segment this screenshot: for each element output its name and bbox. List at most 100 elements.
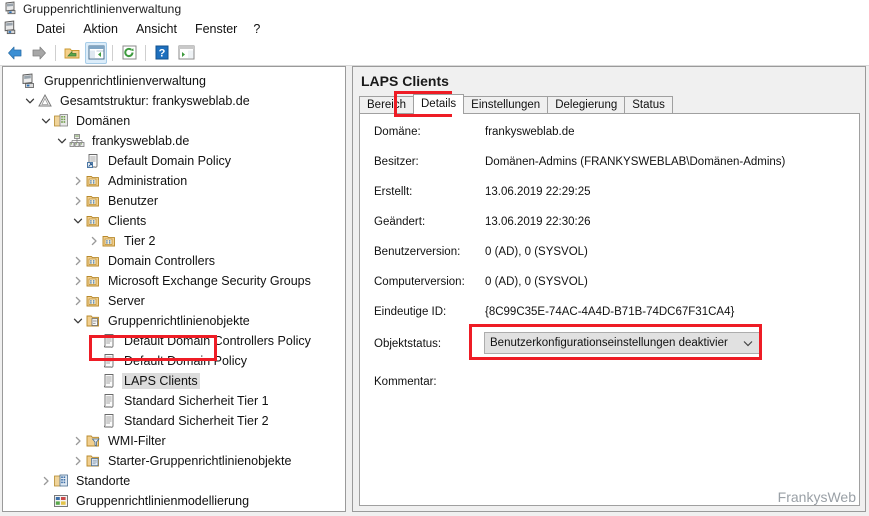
tree-item-standorte[interactable]: Standorte xyxy=(3,471,345,491)
menu-datei[interactable]: Datei xyxy=(27,20,74,38)
tab-delegierung[interactable]: Delegierung xyxy=(547,96,626,114)
chevron-right-icon[interactable] xyxy=(39,474,53,488)
ou-icon xyxy=(85,193,102,209)
tree-item-starter-gruppenrichtlinienobjekte[interactable]: Starter-Gruppenrichtlinienobjekte xyxy=(3,451,345,471)
show-action-pane-icon[interactable] xyxy=(175,42,197,64)
chevron-down-icon[interactable] xyxy=(71,314,85,328)
tree-item-label: Default Domain Policy xyxy=(108,154,231,168)
tab-bereich[interactable]: Bereich xyxy=(359,96,414,114)
toolbar-separator xyxy=(112,44,113,61)
console-tree-pane[interactable]: Gruppenrichtlinienverwaltung Gesamtstrukt… xyxy=(2,66,346,512)
tree-item-label: Server xyxy=(108,294,145,308)
tree-item-gruppenrichtlinienergebnisse[interactable]: Gruppenrichtlinienergebnisse xyxy=(3,511,345,512)
menu-fenster[interactable]: Fenster xyxy=(186,20,246,38)
tree-item-domaenen[interactable]: Domänen xyxy=(3,111,345,131)
field-computerversion-value: 0 (AD), 0 (SYSVOL) xyxy=(485,276,588,288)
ou-icon xyxy=(85,273,102,289)
tree-item-label: Standorte xyxy=(76,474,131,488)
up-folder-icon[interactable] xyxy=(61,42,83,64)
console-icon xyxy=(4,0,18,18)
window-title: Gruppenrichtlinienverwaltung xyxy=(23,2,182,16)
tree-item-label: Administration xyxy=(108,174,188,188)
tree-item-gesamtstruktur[interactable]: Gesamtstruktur: frankysweblab.de xyxy=(3,91,345,111)
refresh-icon[interactable] xyxy=(118,42,140,64)
back-arrow-icon[interactable] xyxy=(4,42,26,64)
objektstatus-combo[interactable]: Benutzerkonfigurationseinstellungen deak… xyxy=(484,332,760,354)
tree-item-label: Tier 2 xyxy=(124,234,156,248)
field-erstellt-label: Erstellt: xyxy=(374,186,413,198)
menu-help[interactable]: ? xyxy=(246,20,267,38)
ou-icon xyxy=(85,173,102,189)
tree-item-administration[interactable]: Administration xyxy=(3,171,345,191)
field-computerversion-label: Computerversion: xyxy=(374,276,465,288)
tab-status[interactable]: Status xyxy=(624,96,673,114)
chevron-down-icon[interactable] xyxy=(23,94,37,108)
expander-placeholder xyxy=(39,494,53,508)
field-domaene-label: Domäne: xyxy=(374,126,421,138)
tree-item-default-domain-policy[interactable]: Default Domain Policy xyxy=(3,351,345,371)
tree-item-server[interactable]: Server xyxy=(3,291,345,311)
tree-item-laps-clients[interactable]: LAPS Clients xyxy=(3,371,345,391)
gpo-icon xyxy=(101,333,118,349)
menu-aktion[interactable]: Aktion xyxy=(74,20,127,38)
tree-item-clients[interactable]: Clients xyxy=(3,211,345,231)
tree-item-domain-controllers[interactable]: Domain Controllers xyxy=(3,251,345,271)
toolbar-separator xyxy=(145,44,146,61)
domains-icon xyxy=(53,113,70,129)
tree-item-wmi-filter[interactable]: WMI-Filter xyxy=(3,431,345,451)
tree-item-gruppenrichtlinienobjekte[interactable]: Gruppenrichtlinienobjekte xyxy=(3,311,345,331)
forward-arrow-icon[interactable] xyxy=(28,42,50,64)
tree-item-label: Default Domain Policy xyxy=(124,354,247,368)
chevron-right-icon[interactable] xyxy=(71,454,85,468)
tree-item-label: Domain Controllers xyxy=(108,254,215,268)
tree-item-frankysweblab-de[interactable]: frankysweblab.de xyxy=(3,131,345,151)
chevron-right-icon[interactable] xyxy=(87,234,101,248)
tree-item-label: Gruppenrichtlinienmodellierung xyxy=(76,494,250,508)
ou-icon xyxy=(85,253,102,269)
chevron-right-icon[interactable] xyxy=(71,194,85,208)
show-hide-console-tree-icon[interactable] xyxy=(85,41,107,64)
chevron-down-icon[interactable] xyxy=(737,340,759,347)
menu-bar: Datei Aktion Ansicht Fenster ? xyxy=(0,18,869,40)
field-benutzerversion-value: 0 (AD), 0 (SYSVOL) xyxy=(485,246,588,258)
chevron-right-icon[interactable] xyxy=(71,254,85,268)
console-icon xyxy=(3,20,18,38)
expander-placeholder xyxy=(87,334,101,348)
gpo-folder-icon xyxy=(85,313,102,329)
chevron-down-icon[interactable] xyxy=(71,214,85,228)
tree-item-label: Gesamtstruktur: frankysweblab.de xyxy=(60,94,250,108)
tree-item-gruppenrichtlinienverwaltung[interactable]: Gruppenrichtlinienverwaltung xyxy=(3,71,345,91)
tree-item-microsoft-exchange-security-groups[interactable]: Microsoft Exchange Security Groups xyxy=(3,271,345,291)
tree-item-default-domain-controllers-policy[interactable]: Default Domain Controllers Policy xyxy=(3,331,345,351)
chevron-right-icon[interactable] xyxy=(71,294,85,308)
chevron-right-icon[interactable] xyxy=(71,174,85,188)
chevron-down-icon[interactable] xyxy=(55,134,69,148)
gpo-icon xyxy=(101,413,118,429)
expander-placeholder xyxy=(71,154,85,168)
expander-placeholder xyxy=(87,394,101,408)
tree-item-benutzer[interactable]: Benutzer xyxy=(3,191,345,211)
console-tree[interactable]: Gruppenrichtlinienverwaltung Gesamtstrukt… xyxy=(3,67,345,512)
content-area: Gruppenrichtlinienverwaltung Gesamtstrukt… xyxy=(0,66,869,516)
chevron-right-icon[interactable] xyxy=(71,434,85,448)
field-kommentar-label: Kommentar: xyxy=(374,376,437,388)
sites-icon xyxy=(53,473,70,489)
field-besitzer-label: Besitzer: xyxy=(374,156,419,168)
field-geaendert-value: 13.06.2019 22:30:26 xyxy=(485,216,591,228)
tree-item-standard-sicherheit-tier-1[interactable]: Standard Sicherheit Tier 1 xyxy=(3,391,345,411)
tab-details[interactable]: Details xyxy=(413,94,465,114)
tree-item-default-domain-policy-link[interactable]: Default Domain Policy xyxy=(3,151,345,171)
tree-item-label: LAPS Clients xyxy=(122,373,200,389)
chevron-down-icon[interactable] xyxy=(39,114,53,128)
help-icon[interactable]: ? xyxy=(151,42,173,64)
chevron-right-icon[interactable] xyxy=(71,274,85,288)
tree-item-label: Clients xyxy=(108,214,147,228)
modeling-icon xyxy=(53,493,70,509)
tab-einstellungen[interactable]: Einstellungen xyxy=(463,96,549,114)
tree-item-tier-2[interactable]: Tier 2 xyxy=(3,231,345,251)
expander-placeholder xyxy=(87,354,101,368)
menu-ansicht[interactable]: Ansicht xyxy=(127,20,186,38)
tree-item-gruppenrichtlinienmodellierung[interactable]: Gruppenrichtlinienmodellierung xyxy=(3,491,345,511)
wmi-filter-icon xyxy=(85,433,102,449)
tree-item-standard-sicherheit-tier-2[interactable]: Standard Sicherheit Tier 2 xyxy=(3,411,345,431)
